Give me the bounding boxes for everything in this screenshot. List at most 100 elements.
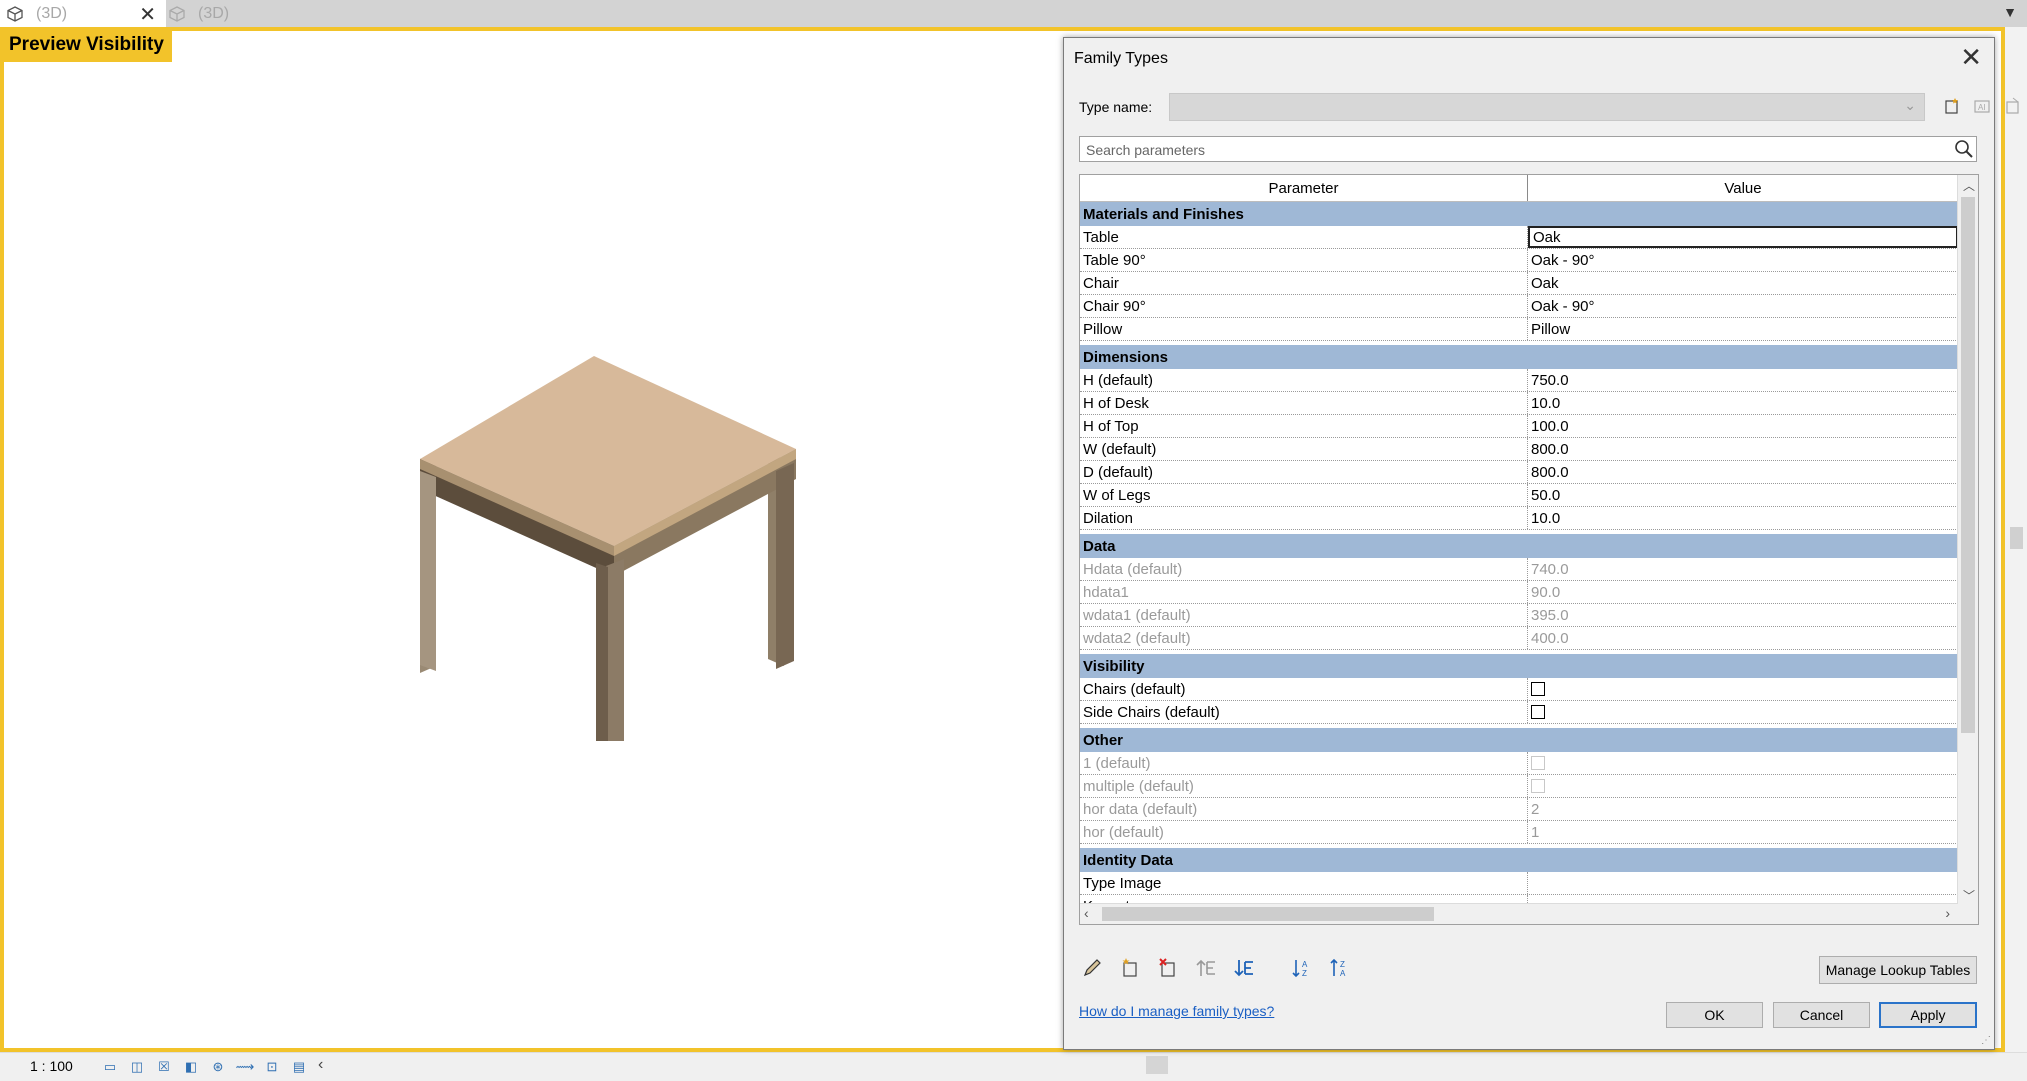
search-parameters-field[interactable] [1079, 136, 1977, 162]
parameter-value[interactable]: 800.0 [1528, 461, 1958, 483]
parameter-value[interactable]: 50.0 [1528, 484, 1958, 506]
parameter-name: Chair 90° [1080, 295, 1528, 317]
parameter-value[interactable]: 10.0 [1528, 392, 1958, 414]
parameter-checkbox[interactable] [1531, 705, 1545, 719]
scroll-up-icon[interactable]: ︿ [1963, 177, 1975, 194]
tab-list-chevron-icon[interactable]: ▼ [2003, 4, 2017, 20]
sun-path-icon[interactable]: ☒ [154, 1058, 174, 1076]
parameter-row[interactable]: Hdata (default) 740.0 [1080, 558, 1958, 581]
parameter-row[interactable]: H of Top 100.0 [1080, 415, 1958, 438]
view-horizontal-scrollbar[interactable] [1146, 1056, 1168, 1074]
type-name-dropdown[interactable]: ⌄ [1169, 93, 1925, 121]
scroll-left-icon[interactable]: ‹ [318, 1056, 323, 1074]
render-icon[interactable]: ⊛ [208, 1058, 228, 1076]
parameter-checkbox[interactable] [1531, 682, 1545, 696]
parameter-value[interactable]: 750.0 [1528, 369, 1958, 391]
search-input[interactable] [1084, 138, 1948, 162]
sort-descending-button[interactable]: ZA [1328, 956, 1352, 980]
parameter-row[interactable]: Table Oak [1080, 226, 1958, 249]
show-crop-region-icon[interactable]: ⊡ [262, 1058, 282, 1076]
scrollbar-thumb[interactable] [2010, 527, 2023, 549]
parameter-row[interactable]: W of Legs 50.0 [1080, 484, 1958, 507]
column-header-parameter[interactable]: Parameter [1080, 175, 1528, 201]
new-type-button[interactable] [1940, 94, 1964, 118]
grid-horizontal-scrollbar[interactable]: ‹ › [1080, 903, 1958, 924]
tab-3d-active[interactable]: (3D) ✕ [0, 0, 166, 27]
move-up-button[interactable] [1194, 956, 1218, 980]
tab-close-icon[interactable]: ✕ [139, 2, 156, 27]
parameter-value[interactable]: 100.0 [1528, 415, 1958, 437]
help-link[interactable]: How do I manage family types? [1079, 1003, 1274, 1019]
group-header[interactable]: Dimensions [1080, 345, 1958, 369]
shadows-icon[interactable]: ◧ [181, 1058, 201, 1076]
parameter-row[interactable]: hor data (default) 2 [1080, 798, 1958, 821]
parameter-row[interactable]: Side Chairs (default) [1080, 701, 1958, 724]
parameter-row[interactable]: W (default) 800.0 [1080, 438, 1958, 461]
group-header[interactable]: Identity Data [1080, 848, 1958, 872]
type-name-label: Type name: [1079, 99, 1153, 115]
parameter-value[interactable]: 10.0 [1528, 507, 1958, 529]
scrollbar-thumb[interactable] [1961, 197, 1975, 733]
group-header[interactable]: Materials and Finishes [1080, 202, 1958, 226]
svg-text:Z: Z [1302, 969, 1307, 978]
parameter-row[interactable]: Table 90° Oak - 90° [1080, 249, 1958, 272]
parameter-row[interactable]: wdata2 (default) 400.0 [1080, 627, 1958, 650]
close-icon[interactable]: ✕ [1960, 42, 1982, 73]
parameter-value[interactable]: Oak [1528, 226, 1958, 248]
parameter-name: Type Image [1080, 872, 1528, 894]
parameter-row[interactable]: multiple (default) [1080, 775, 1958, 798]
view-vertical-scrollbar[interactable] [2005, 27, 2027, 1052]
parameter-row[interactable]: Type Image [1080, 872, 1958, 895]
tab-3d[interactable]: (3D) [162, 0, 318, 27]
parameter-row[interactable]: Dilation 10.0 [1080, 507, 1958, 530]
temporary-hide-icon[interactable]: ▤ [289, 1058, 309, 1076]
visual-style-icon[interactable]: ◫ [127, 1058, 147, 1076]
parameter-value[interactable]: Oak [1528, 272, 1958, 294]
parameter-value[interactable]: Oak - 90° [1528, 249, 1958, 271]
column-header-value[interactable]: Value [1528, 175, 1958, 201]
parameter-row[interactable]: hdata1 90.0 [1080, 581, 1958, 604]
parameter-name: Chair [1080, 272, 1528, 294]
parameter-value[interactable]: Pillow [1528, 318, 1958, 340]
new-parameter-button[interactable] [1118, 956, 1142, 980]
parameter-row[interactable]: wdata1 (default) 395.0 [1080, 604, 1958, 627]
table-3d-model [420, 356, 796, 741]
parameter-row[interactable]: hor (default) 1 [1080, 821, 1958, 844]
detail-level-icon[interactable]: ▭ [100, 1058, 120, 1076]
cancel-button[interactable]: Cancel [1773, 1002, 1870, 1028]
scroll-left-icon[interactable]: ‹ [1084, 905, 1089, 921]
group-header[interactable]: Data [1080, 534, 1958, 558]
parameter-row[interactable]: H (default) 750.0 [1080, 369, 1958, 392]
sort-ascending-button[interactable]: AZ [1290, 956, 1314, 980]
parameter-name: D (default) [1080, 461, 1528, 483]
scrollbar-thumb[interactable] [1102, 907, 1434, 921]
crop-view-icon[interactable]: ⟿ [235, 1058, 255, 1076]
search-icon[interactable] [1954, 139, 1974, 159]
ok-button[interactable]: OK [1666, 1002, 1763, 1028]
parameter-value[interactable]: 800.0 [1528, 438, 1958, 460]
apply-button[interactable]: Apply [1879, 1002, 1977, 1028]
resize-grip-icon[interactable]: ⋰ [1981, 1035, 1991, 1046]
grid-vertical-scrollbar[interactable]: ︿ ﹀ [1957, 175, 1978, 924]
parameter-row[interactable]: Pillow Pillow [1080, 318, 1958, 341]
move-down-button[interactable] [1232, 956, 1256, 980]
edit-parameter-button[interactable] [1080, 956, 1104, 980]
group-header[interactable]: Other [1080, 728, 1958, 752]
parameter-row[interactable]: D (default) 800.0 [1080, 461, 1958, 484]
group-header[interactable]: Visibility [1080, 654, 1958, 678]
parameter-row[interactable]: 1 (default) [1080, 752, 1958, 775]
parameter-row[interactable]: Chair Oak [1080, 272, 1958, 295]
parameter-row[interactable]: Chairs (default) [1080, 678, 1958, 701]
delete-type-button[interactable] [2001, 94, 2025, 118]
parameter-name: H (default) [1080, 369, 1528, 391]
parameter-value[interactable] [1528, 872, 1958, 894]
parameter-row[interactable]: Chair 90° Oak - 90° [1080, 295, 1958, 318]
scroll-right-icon[interactable]: › [1945, 905, 1950, 921]
parameter-row[interactable]: H of Desk 10.0 [1080, 392, 1958, 415]
manage-lookup-tables-button[interactable]: Manage Lookup Tables [1819, 956, 1977, 984]
scroll-down-icon[interactable]: ﹀ [1963, 887, 1975, 904]
parameter-value[interactable]: Oak - 90° [1528, 295, 1958, 317]
view-scale[interactable]: 1 : 100 [30, 1058, 73, 1074]
rename-type-button[interactable]: AI [1970, 94, 1994, 118]
delete-parameter-button[interactable] [1156, 956, 1180, 980]
